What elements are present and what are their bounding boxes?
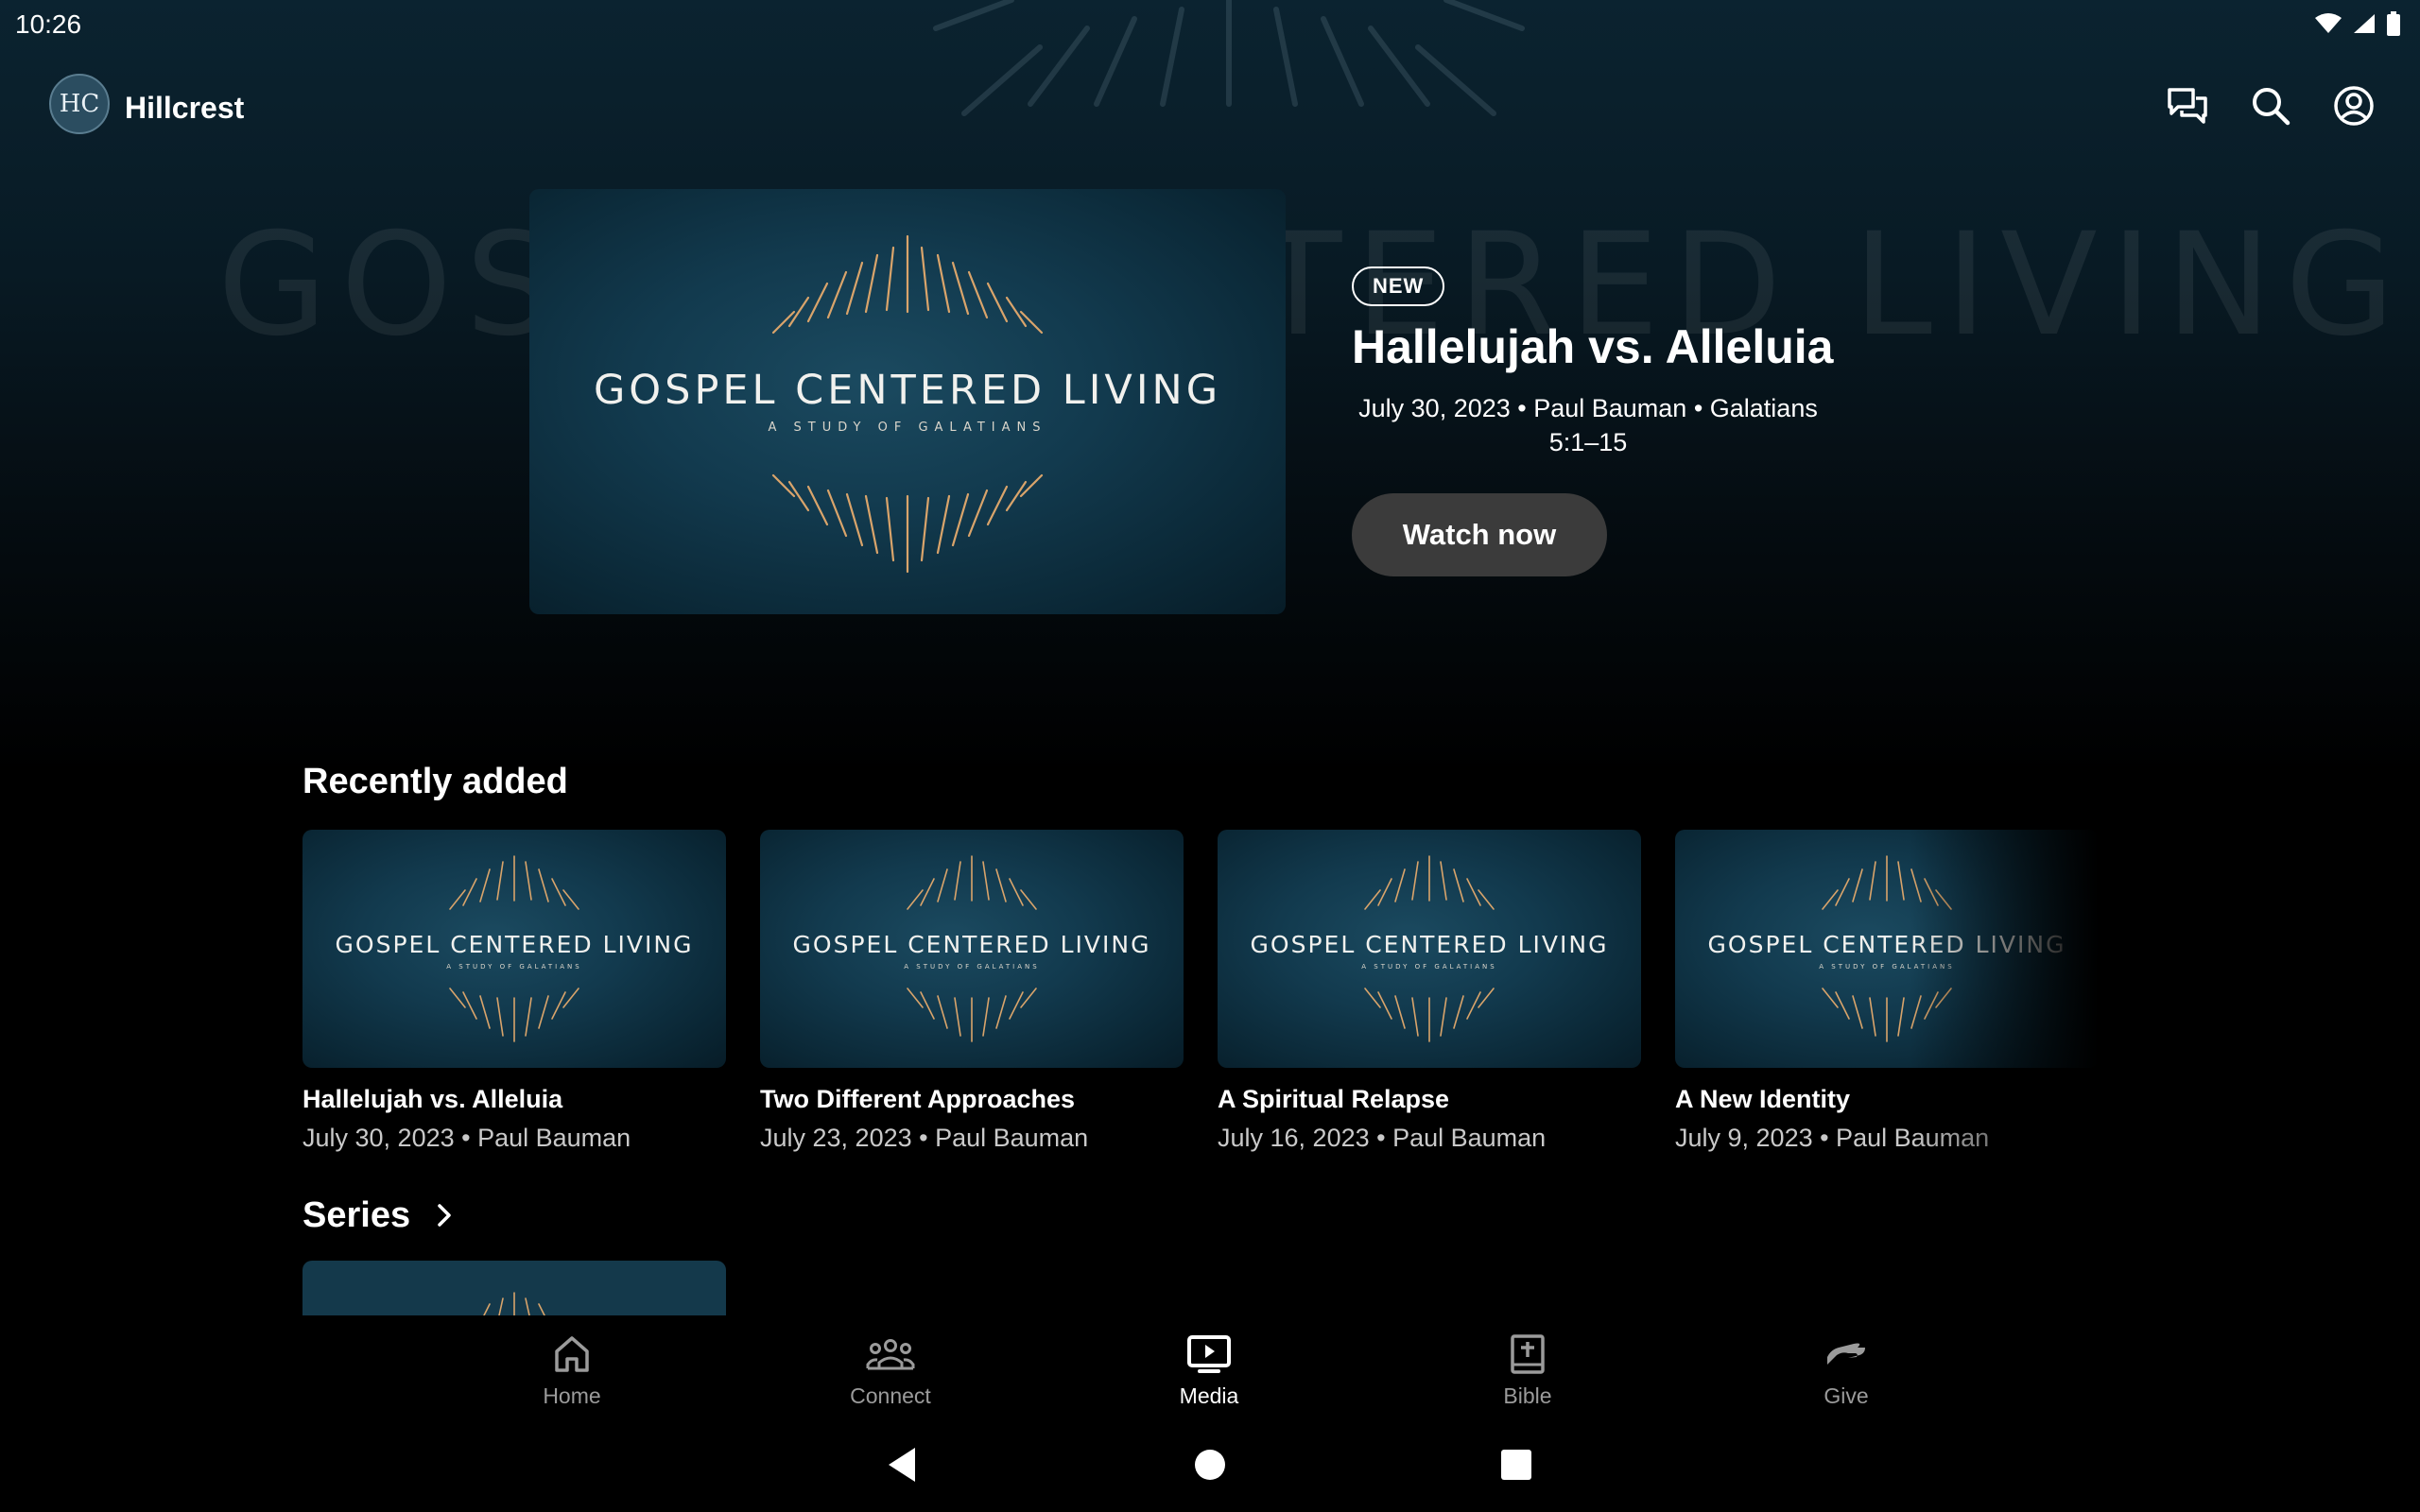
media-card-meta: July 23, 2023 • Paul Bauman [760, 1124, 1089, 1152]
home-icon [555, 1336, 589, 1372]
media-card-meta: July 16, 2023 • Paul Bauman [1218, 1124, 1547, 1152]
hero-meta: July 30, 2023 • Paul Bauman • Galatians … [1358, 394, 1818, 456]
brand-name: Hillcrest [125, 91, 245, 125]
card-art-subtitle: A STUDY OF GALATIANS [446, 963, 582, 971]
chat-button[interactable] [2159, 77, 2216, 134]
system-navigation-bar [0, 1418, 2420, 1512]
media-card[interactable]: GOSPEL CENTERED LIVING A STUDY OF GALATI… [1218, 830, 1641, 1153]
media-card-thumbnail[interactable]: GOSPEL CENTERED LIVING A STUDY OF GALATI… [1218, 830, 1641, 1068]
hero-title: Hallelujah vs. Alleluia [1352, 320, 1834, 373]
account-button[interactable] [2325, 77, 2382, 134]
card-art-subtitle: A STUDY OF GALATIANS [904, 963, 1040, 971]
people-icon [866, 1339, 915, 1370]
nav-item-media[interactable]: Media [1115, 1332, 1304, 1409]
search-icon [2253, 88, 2290, 126]
top-app-bar: HC Hillcrest [0, 68, 2420, 144]
card-art-title: GOSPEL CENTERED LIVING [335, 931, 694, 958]
media-card-title: Hallelujah vs. Alleluia [302, 1085, 563, 1113]
media-icon [1187, 1335, 1231, 1373]
card-art-subtitle: A STUDY OF GALATIANS [1361, 963, 1497, 971]
signal-icon [2354, 14, 2375, 33]
media-card-thumbnail[interactable]: GOSPEL CENTERED LIVING A STUDY OF GALATI… [302, 830, 726, 1068]
back-icon[interactable] [883, 1444, 925, 1486]
recently-added-list: GOSPEL CENTERED LIVING A STUDY OF GALATI… [302, 830, 2099, 1160]
hero-artwork[interactable]: GOSPEL CENTERED LIVING A STUDY OF GALATI… [529, 189, 1286, 614]
nav-label-media: Media [1179, 1383, 1239, 1408]
nav-item-bible[interactable]: Bible [1433, 1332, 1622, 1409]
media-card-thumbnail[interactable]: GOSPEL CENTERED LIVING A STUDY OF GALATI… [760, 830, 1184, 1068]
sunburst-graphic [483, 1292, 545, 1315]
media-card-title: A Spiritual Relapse [1218, 1085, 1450, 1113]
bible-icon [1511, 1334, 1545, 1374]
nav-label-bible: Bible [1503, 1383, 1552, 1408]
chevron-right-icon [438, 1204, 451, 1227]
media-card[interactable]: GOSPEL CENTERED LIVING A STUDY OF GALATI… [302, 830, 726, 1153]
series-header[interactable]: Series [302, 1187, 454, 1244]
hero-art-title: GOSPEL CENTERED LIVING [593, 367, 1222, 414]
status-icons [2314, 11, 2401, 36]
home-circle-icon[interactable] [1189, 1444, 1231, 1486]
top-actions [2159, 77, 2382, 134]
media-card[interactable]: GOSPEL CENTERED LIVING A STUDY OF GALATI… [760, 830, 1184, 1153]
new-badge: NEW [1352, 266, 1445, 306]
card-art-title: GOSPEL CENTERED LIVING [1250, 931, 1609, 958]
series-card-thumbnail[interactable] [302, 1261, 726, 1315]
recents-icon[interactable] [1495, 1444, 1537, 1486]
status-bar: 10:26 [0, 0, 2420, 47]
recently-added-heading: Recently added [302, 762, 568, 801]
wifi-icon [2315, 13, 2342, 33]
give-icon [1827, 1343, 1865, 1365]
card-art-title: GOSPEL CENTERED LIVING [792, 931, 1151, 958]
account-icon [2334, 86, 2374, 126]
nav-label-connect: Connect [850, 1383, 931, 1408]
battery-icon [2387, 11, 2400, 36]
scroll-fade-overlay [1910, 830, 2099, 1160]
nav-item-home[interactable]: Home [477, 1332, 666, 1409]
nav-item-connect[interactable]: Connect [796, 1332, 985, 1409]
series-heading: Series [302, 1194, 411, 1235]
watch-now-button[interactable]: Watch now [1352, 493, 1607, 576]
chat-icon [2168, 88, 2207, 124]
bottom-navigation: Home Connect Media Bible Give [0, 1315, 2420, 1418]
nav-label-home: Home [543, 1383, 601, 1408]
nav-item-give[interactable]: Give [1752, 1332, 1941, 1409]
hero-info: NEW Hallelujah vs. Alleluia July 30, 202… [1352, 266, 1834, 576]
church-logo[interactable]: HC [49, 74, 110, 134]
media-card-meta: July 30, 2023 • Paul Bauman [302, 1124, 631, 1152]
status-time: 10:26 [15, 9, 82, 39]
media-card-title: Two Different Approaches [760, 1085, 1076, 1113]
search-button[interactable] [2242, 77, 2299, 134]
nav-label-give: Give [1824, 1383, 1869, 1408]
hero-art-subtitle: A STUDY OF GALATIANS [768, 421, 1047, 435]
